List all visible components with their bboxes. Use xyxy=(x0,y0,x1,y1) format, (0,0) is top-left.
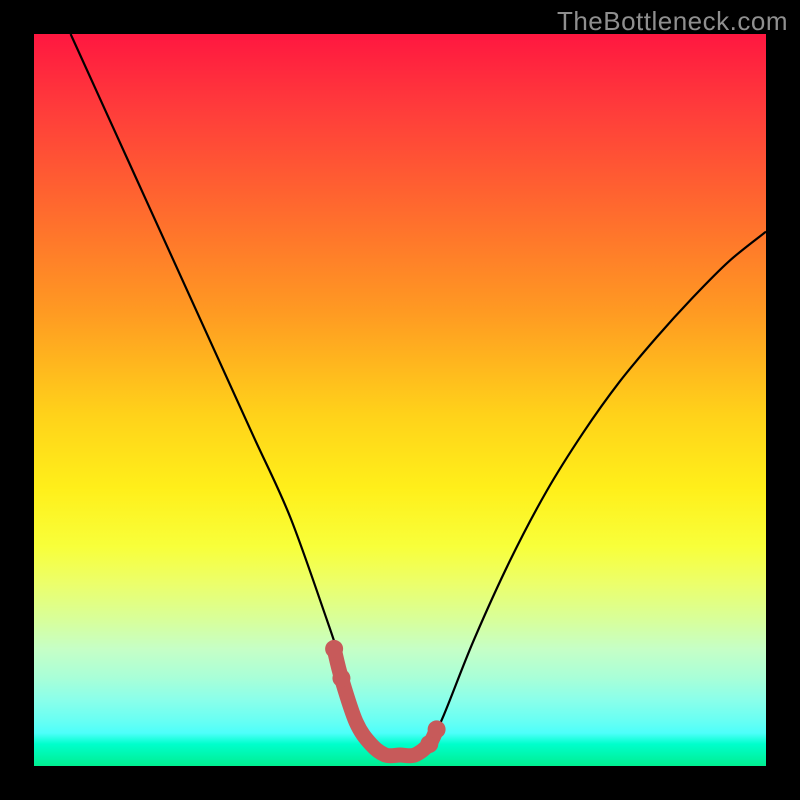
highlight-dot xyxy=(332,669,350,687)
main-curve xyxy=(71,34,766,756)
curve-overlay xyxy=(34,34,766,766)
highlight-dot xyxy=(325,640,343,658)
plot-area xyxy=(34,34,766,766)
watermark-text: TheBottleneck.com xyxy=(557,6,788,37)
highlight-curve xyxy=(334,649,436,756)
highlight-dot xyxy=(428,720,446,738)
chart-frame: TheBottleneck.com xyxy=(0,0,800,800)
